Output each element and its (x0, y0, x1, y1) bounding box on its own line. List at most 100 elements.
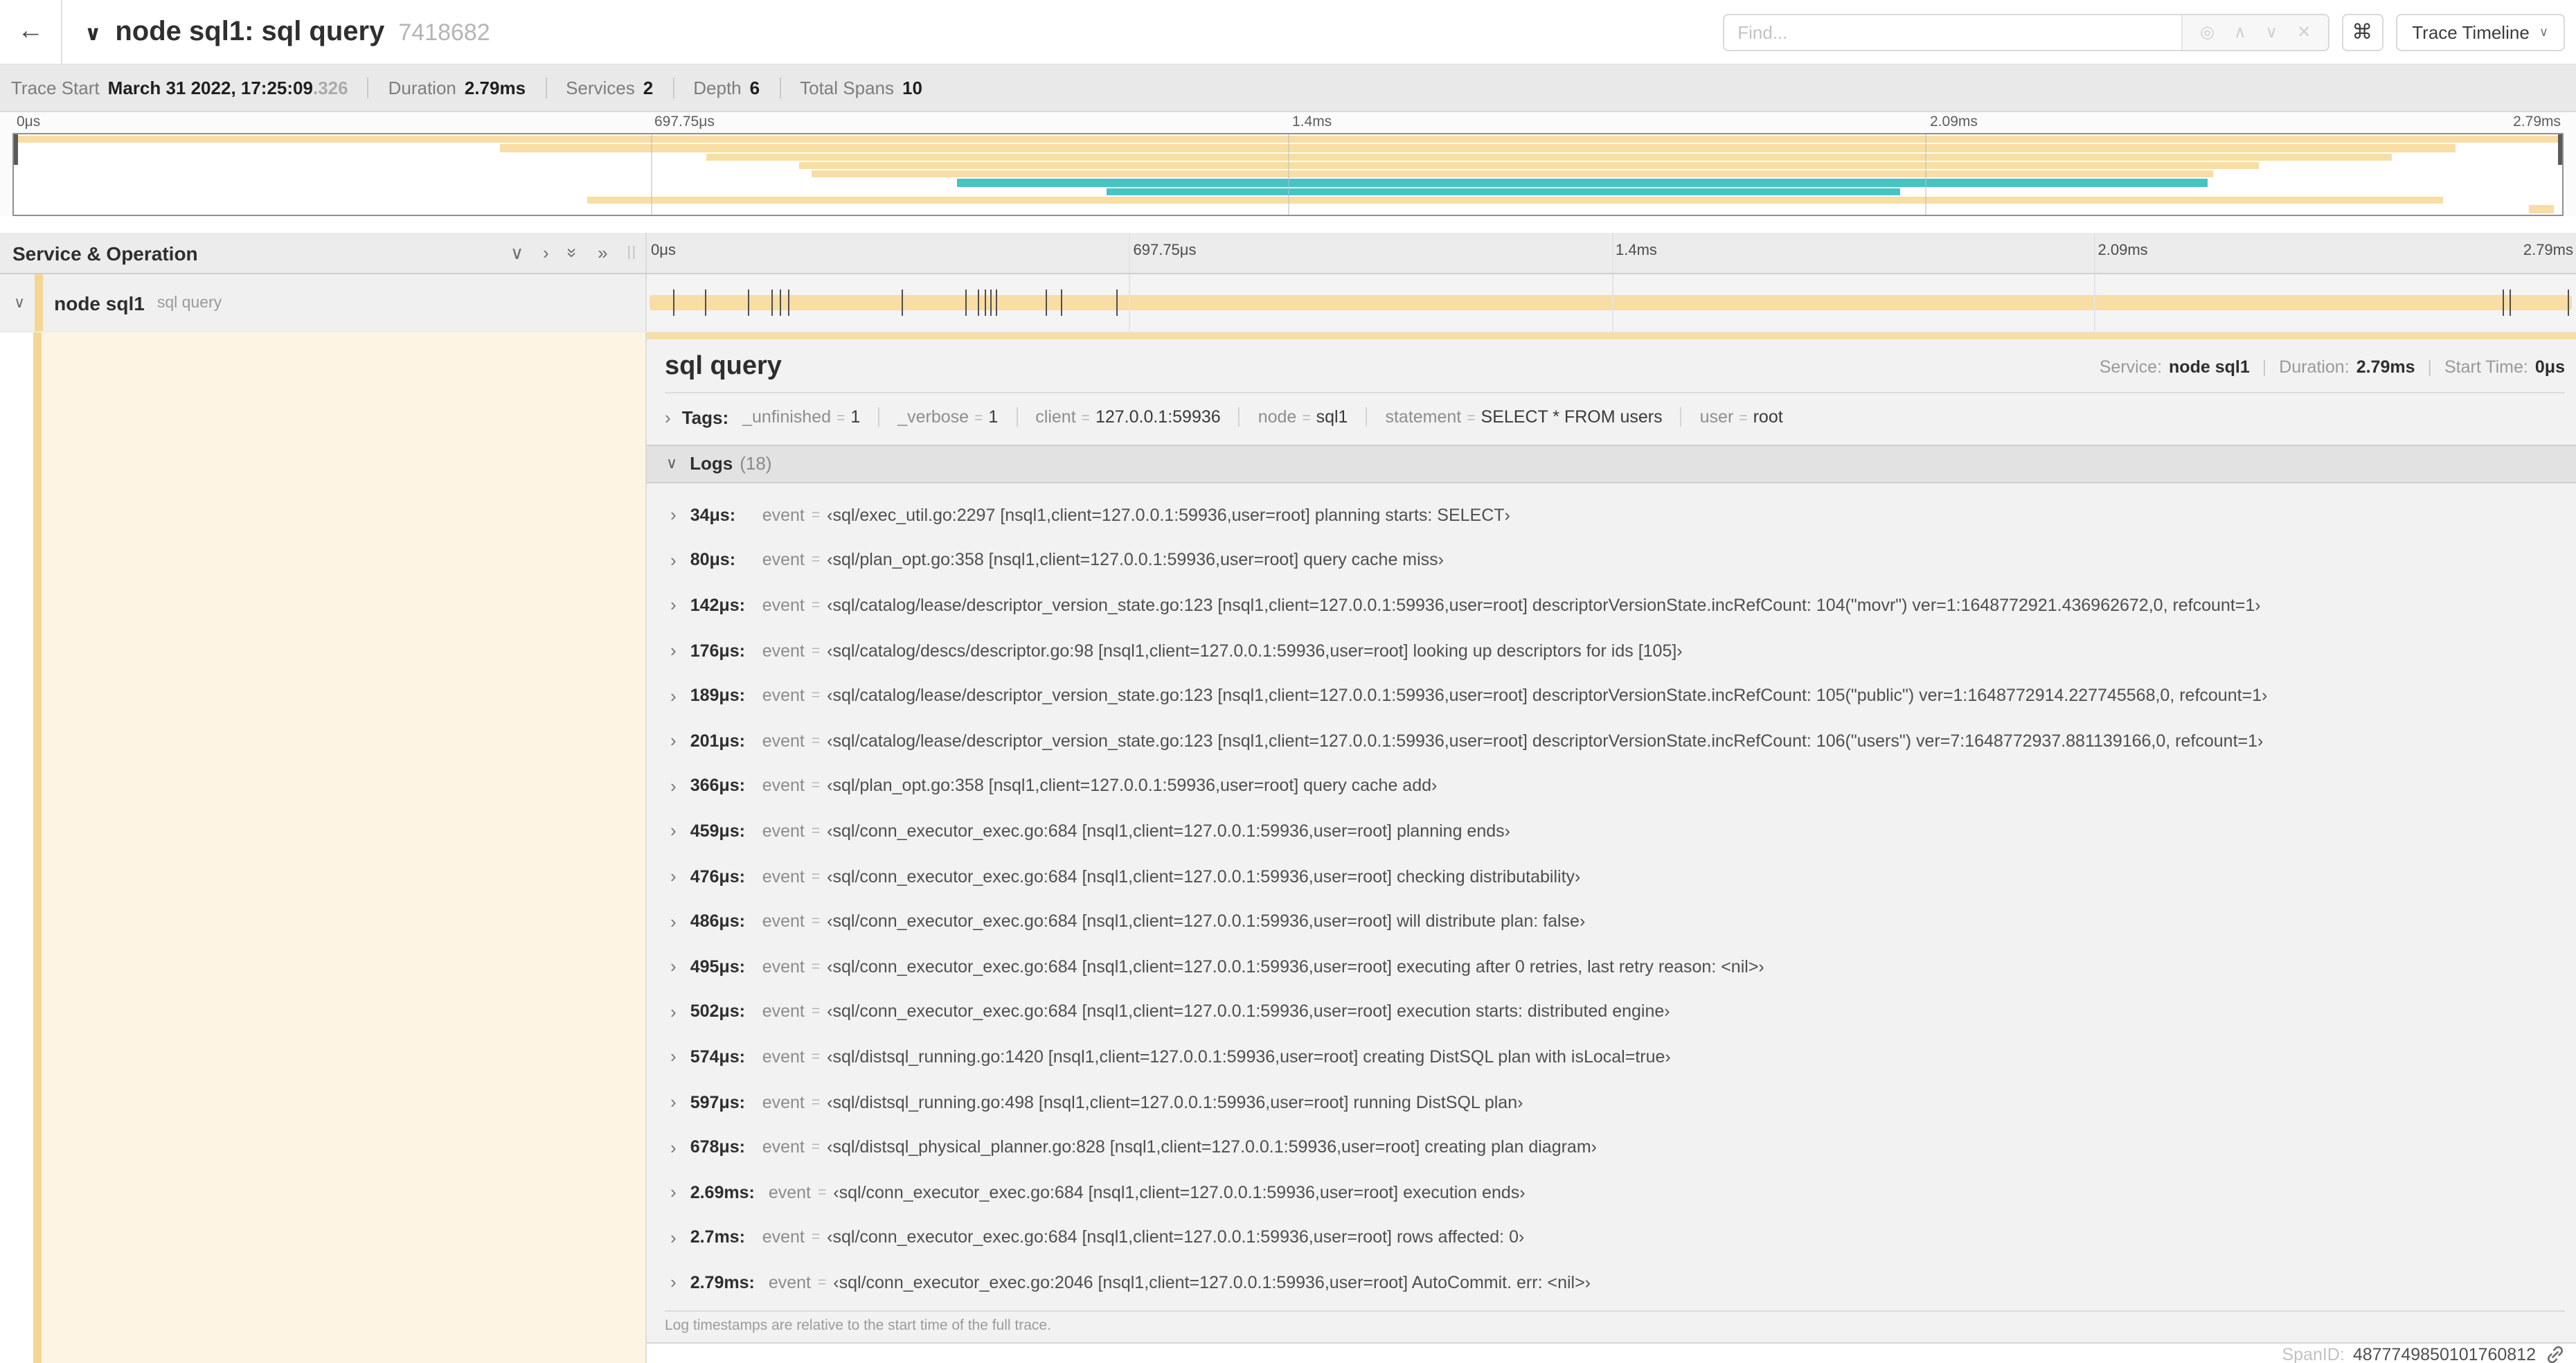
collapse-one-icon[interactable]: ∨ (510, 244, 524, 262)
span-name-cell[interactable]: ∨ node sql1 sql query (0, 274, 647, 331)
log-marker-tick (2568, 289, 2570, 316)
tag-item[interactable]: node = sql1 (1238, 407, 1357, 427)
summary-value: 6 (749, 78, 760, 98)
minimap-canvas[interactable] (12, 133, 2564, 216)
clear-search-icon[interactable]: ✕ (2297, 24, 2311, 40)
log-marker-tick (704, 289, 706, 316)
log-field-value: ‹sql/conn_executor_exec.go:684 [nsql1,cl… (827, 821, 1510, 841)
log-row[interactable]: › 34μs: event = ‹sql/exec_util.go:2297 [nsql… (647, 492, 2576, 537)
axis-tick-label: 697.75μs (654, 114, 715, 130)
log-row[interactable]: › 176μs: event = ‹sql/catalog/descs/descript… (647, 628, 2576, 673)
log-row[interactable]: › 189μs: event = ‹sql/catalog/lease/descript… (647, 673, 2576, 718)
collapse-all-icon[interactable]: » (563, 248, 584, 258)
log-field-key: event (762, 911, 805, 932)
span-color-stripe (33, 332, 41, 1363)
log-row[interactable]: › 2.79ms: event = ‹sql/conn_executor_exec.go… (647, 1260, 2576, 1305)
tag-key: statement (1385, 407, 1462, 427)
tag-value: root (1753, 407, 1783, 427)
log-field-value: ‹sql/catalog/lease/descriptor_version_st… (827, 595, 2261, 615)
trace-view-select[interactable]: Trace Timeline ∨ (2395, 13, 2565, 51)
log-marker-ticks (650, 274, 2572, 331)
tag-item[interactable]: _unfinished = 1 (734, 407, 868, 427)
viewport-left-handle[interactable] (14, 134, 18, 166)
log-row[interactable]: › 597μs: event = ‹sql/distsql_running.go:498… (647, 1079, 2576, 1124)
tag-item[interactable]: user = root (1680, 407, 1791, 427)
keyboard-shortcuts-button[interactable]: ⌘ (2341, 13, 2383, 51)
find-input[interactable] (1724, 15, 2182, 49)
meta-separator: | (2262, 357, 2267, 376)
tags-row[interactable]: › Tags: _unfinished = 1 _verbose = 1 client = 12… (647, 393, 2576, 438)
tag-item[interactable]: client = 127.0.0.1:59936 (1016, 407, 1228, 427)
trace-summary-item: Trace Start March 31 2022, 17:25:09.326 (11, 78, 348, 98)
prev-result-icon[interactable]: ∧ (2234, 24, 2246, 40)
log-field-value: ‹sql/conn_executor_exec.go:684 [nsql1,cl… (827, 866, 1581, 887)
summary-label: Total Spans (800, 78, 894, 98)
axis-gridline (1129, 274, 1131, 331)
equals-sign: = (974, 410, 983, 427)
axis-tick-label: 2.09ms (1930, 114, 1978, 130)
equals-sign: = (811, 868, 821, 885)
span-service-name[interactable]: node sql1 (54, 292, 145, 314)
collapse-trace-chevron-icon[interactable]: ∨ (84, 20, 101, 45)
collapse-children-chevron-icon[interactable]: ∨ (14, 294, 25, 312)
log-field-key: event (768, 1272, 811, 1292)
expand-one-icon[interactable]: › (543, 244, 549, 262)
equals-sign: = (811, 1094, 821, 1111)
log-row[interactable]: › 2.7ms: event = ‹sql/conn_executor_exec.go:… (647, 1215, 2576, 1260)
chevron-right-icon: › (670, 1137, 677, 1158)
deep-link-icon[interactable] (2546, 1344, 2565, 1363)
equals-sign: = (811, 1139, 821, 1156)
axis-tick-label: 1.4ms (1292, 114, 1332, 130)
tag-item[interactable]: _verbose = 1 (878, 407, 1006, 427)
span-operation-name: sql query (156, 294, 222, 311)
log-row[interactable]: › 80μs: event = ‹sql/plan_opt.go:358 [nsql1,… (647, 537, 2576, 582)
summary-value-suffix: .326 (312, 78, 348, 98)
log-row[interactable]: › 142μs: event = ‹sql/catalog/lease/descript… (647, 582, 2576, 627)
span-meta-label: Service: (2099, 357, 2163, 376)
minimap-axis: 0μs 697.75μs 1.4ms 2.09ms 2.79ms (12, 112, 2564, 133)
logs-label: Logs (690, 453, 733, 474)
span-row[interactable]: ∨ node sql1 sql query (0, 274, 2576, 332)
equals-sign: = (811, 822, 821, 839)
span-meta-label: Duration: (2279, 357, 2350, 376)
log-row[interactable]: › 574μs: event = ‹sql/distsql_running.go:142… (647, 1034, 2576, 1079)
log-row[interactable]: › 459μs: event = ‹sql/conn_executor_exec.go:… (647, 808, 2576, 853)
log-row[interactable]: › 678μs: event = ‹sql/distsql_physical_plann… (647, 1125, 2576, 1170)
chevron-right-icon: › (670, 1046, 677, 1067)
axis-tick-label: 2.79ms (2513, 114, 2561, 130)
viewport-right-handle[interactable] (2558, 134, 2562, 166)
axis-gridline (1611, 274, 1613, 331)
chevron-right-icon: › (670, 1092, 677, 1113)
next-result-icon[interactable]: ∨ (2266, 24, 2278, 40)
timeline-axis: 0μs 697.75μs 1.4ms 2.09ms 2.79ms (647, 233, 2576, 273)
page-header: ← ∨ node sql1: sql query 7418682 ◎ ∧ ∨ ✕ ⌘ … (0, 0, 2576, 65)
log-row[interactable]: › 2.69ms: event = ‹sql/conn_executor_exec.go… (647, 1170, 2576, 1215)
log-row[interactable]: › 476μs: event = ‹sql/conn_executor_exec.go:… (647, 854, 2576, 899)
equals-sign: = (1739, 410, 1748, 427)
equals-sign: = (811, 506, 821, 524)
axis-gridline (1611, 233, 1613, 273)
log-row[interactable]: › 495μs: event = ‹sql/conn_executor_exec.go:… (647, 944, 2576, 989)
log-timestamp: 2.69ms: (690, 1182, 755, 1202)
minimap-span-strip (811, 170, 2213, 178)
axis-tick-label: 0μs (17, 114, 41, 130)
tag-item[interactable]: statement = SELECT * FROM users (1366, 407, 1670, 427)
tag-key: node (1258, 407, 1297, 427)
log-row[interactable]: › 366μs: event = ‹sql/plan_opt.go:358 [nsql1… (647, 763, 2576, 808)
column-resizer[interactable]: || (627, 245, 637, 260)
span-bar-cell[interactable] (647, 274, 2576, 331)
log-marker-tick (1116, 289, 1118, 316)
log-row[interactable]: › 201μs: event = ‹sql/catalog/lease/descript… (647, 718, 2576, 763)
chevron-right-icon[interactable]: › (665, 407, 671, 427)
chevron-right-icon: › (670, 775, 677, 796)
log-row[interactable]: › 502μs: event = ‹sql/conn_executor_exec.go:… (647, 989, 2576, 1034)
axis-gridline (651, 134, 652, 215)
expand-all-icon[interactable]: » (598, 244, 607, 262)
chevron-right-icon: › (670, 820, 677, 841)
span-detail-panel: sql query Service: node sql1 | Duration: 2.7… (647, 339, 2576, 1344)
log-row[interactable]: › 486μs: event = ‹sql/conn_executor_exec.go:… (647, 899, 2576, 944)
locate-icon[interactable]: ◎ (2200, 24, 2215, 40)
log-timestamp: 2.7ms: (690, 1227, 745, 1247)
logs-section-header[interactable]: ∨ Logs (18) (647, 444, 2576, 483)
back-button[interactable]: ← (0, 0, 62, 64)
